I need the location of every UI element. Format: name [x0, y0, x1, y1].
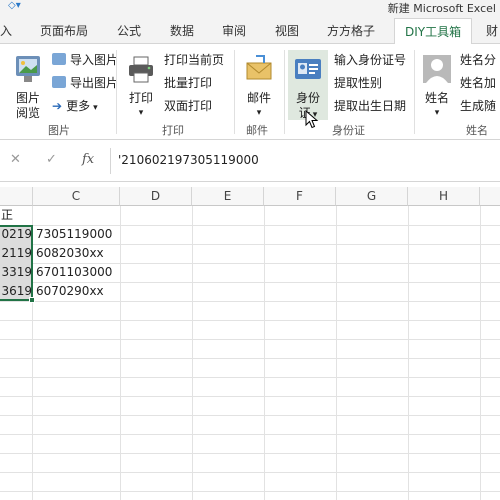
id-card-icon [290, 54, 326, 88]
cell-c3[interactable]: 6082030xx [36, 244, 104, 263]
cell-c5[interactable]: 6070290xx [36, 282, 104, 301]
mail-label: 邮件 [246, 91, 271, 105]
formula-bar: ✕ ✓ fx '210602197305119000 [0, 140, 500, 182]
print-button[interactable]: 打印 ▾ [124, 54, 158, 121]
column-header-b[interactable] [0, 187, 33, 206]
mail-dropdown-icon: ▾ [256, 108, 262, 118]
duplex-print-button[interactable]: 双面打印 [164, 98, 212, 114]
confirm-icon[interactable]: ✓ [46, 152, 57, 167]
formula-bar-separator [110, 148, 111, 174]
name-split-button[interactable]: 姓名分 [460, 52, 496, 68]
tab-review[interactable]: 审阅 [222, 22, 246, 39]
tab-fangfang[interactable]: 方方格子 [327, 22, 375, 39]
group-label-idcard: 身份证 [332, 124, 365, 137]
export-picture-label: 导出图片 [70, 76, 119, 90]
title-bar: ◇▾ 新建 Microsoft Excel [0, 0, 500, 15]
group-separator [116, 50, 117, 134]
picture-viewer-label-1: 图片 [15, 91, 40, 105]
more-arrow-icon: ➔ [52, 99, 63, 113]
cell-c4[interactable]: 6701103000 [36, 263, 112, 282]
column-header-d[interactable]: D [120, 187, 192, 206]
printer-icon [124, 54, 158, 88]
tab-diy-toolbox[interactable]: DIY工具箱 [394, 18, 473, 45]
name-dropdown-icon: ▾ [434, 108, 440, 118]
mail-icon [242, 54, 276, 88]
print-current-page-label: 打印当前页 [164, 53, 225, 67]
batch-print-button[interactable]: 批量打印 [164, 75, 212, 91]
duplex-print-label: 双面打印 [164, 99, 213, 113]
cell-b1[interactable]: 正 [1, 206, 13, 225]
tab-formulas[interactable]: 公式 [117, 22, 141, 39]
ribbon-tabs: 入 页面布局 公式 数据 审阅 视图 方方格子 DIY工具箱 财 [0, 14, 500, 45]
cell-b3[interactable]: 2119 [0, 244, 32, 263]
column-header-f[interactable]: F [264, 187, 336, 206]
insert-function-icon[interactable]: fx [82, 152, 94, 167]
tab-data[interactable]: 数据 [170, 22, 194, 39]
print-current-page-button[interactable]: 打印当前页 [164, 52, 224, 68]
cell-b4[interactable]: 3319 [0, 263, 32, 282]
tab-finance[interactable]: 财 [486, 22, 498, 39]
import-picture-label: 导入图片 [70, 53, 119, 67]
column-header-h[interactable]: H [408, 187, 480, 206]
print-dropdown-icon: ▾ [138, 108, 144, 118]
worksheet-grid[interactable]: 正 0219 2119 3319 3619 7305119000 6082030… [0, 206, 500, 500]
more-dropdown-icon: ▾ [93, 103, 98, 113]
group-separator [284, 50, 285, 134]
name-add-label: 姓名加 [460, 76, 497, 90]
extract-birthdate-label: 提取出生日期 [334, 99, 407, 113]
input-id-number-label: 输入身份证号 [334, 53, 407, 67]
formula-input[interactable]: '210602197305119000 [118, 153, 259, 167]
tab-page-layout[interactable]: 页面布局 [40, 22, 88, 39]
import-picture-button[interactable]: 导入图片 [52, 52, 118, 68]
column-header-g[interactable]: G [336, 187, 408, 206]
extract-gender-button[interactable]: 提取性别 [334, 75, 382, 91]
import-picture-icon [52, 53, 66, 65]
cell-c2[interactable]: 7305119000 [36, 225, 112, 244]
export-picture-button[interactable]: 导出图片 [52, 75, 118, 91]
export-picture-icon [52, 76, 66, 88]
batch-print-label: 批量打印 [164, 76, 213, 90]
cell-b2[interactable]: 0219 [0, 225, 32, 244]
group-label-mail: 邮件 [246, 124, 268, 137]
group-label-pictures: 图片 [48, 124, 70, 137]
quick-access-icon[interactable]: ◇▾ [8, 0, 21, 11]
column-header-c[interactable]: C [33, 187, 120, 206]
mouse-cursor-icon [305, 110, 319, 129]
name-person-icon [420, 54, 454, 88]
column-header-i[interactable] [480, 187, 500, 206]
generate-random-label: 生成随 [460, 99, 497, 113]
group-separator [414, 50, 415, 134]
ribbon: 图片 阅览 导入图片 导出图片 ➔ 更多 ▾ 图片 打印 ▾ 打印当前页 批量打印 … [0, 44, 500, 140]
cancel-icon[interactable]: ✕ [10, 152, 21, 167]
name-button[interactable]: 姓名 ▾ [420, 54, 454, 121]
name-split-label: 姓名分 [460, 53, 497, 67]
id-card-label-1: 身份 [295, 91, 320, 105]
group-label-print: 打印 [162, 124, 184, 137]
picture-viewer-button[interactable]: 图片 阅览 [10, 54, 46, 121]
column-header-e[interactable]: E [192, 187, 264, 206]
cell-b5[interactable]: 3619 [0, 282, 32, 301]
picture-viewer-label-2: 阅览 [15, 106, 40, 120]
extract-birthdate-button[interactable]: 提取出生日期 [334, 98, 406, 114]
more-label: 更多 [66, 99, 91, 113]
name-add-button[interactable]: 姓名加 [460, 75, 496, 91]
tab-insert[interactable]: 入 [0, 22, 12, 39]
group-label-name: 姓名 [466, 124, 488, 137]
tab-view[interactable]: 视图 [275, 22, 299, 39]
extract-gender-label: 提取性别 [334, 76, 383, 90]
group-separator [234, 50, 235, 134]
generate-random-button[interactable]: 生成随 [460, 98, 496, 114]
input-id-number-button[interactable]: 输入身份证号 [334, 52, 406, 68]
mail-button[interactable]: 邮件 ▾ [242, 54, 276, 121]
more-button[interactable]: ➔ 更多 ▾ [52, 98, 98, 116]
print-label: 打印 [128, 91, 153, 105]
picture-viewer-icon [10, 54, 46, 88]
name-label: 姓名 [424, 91, 449, 105]
